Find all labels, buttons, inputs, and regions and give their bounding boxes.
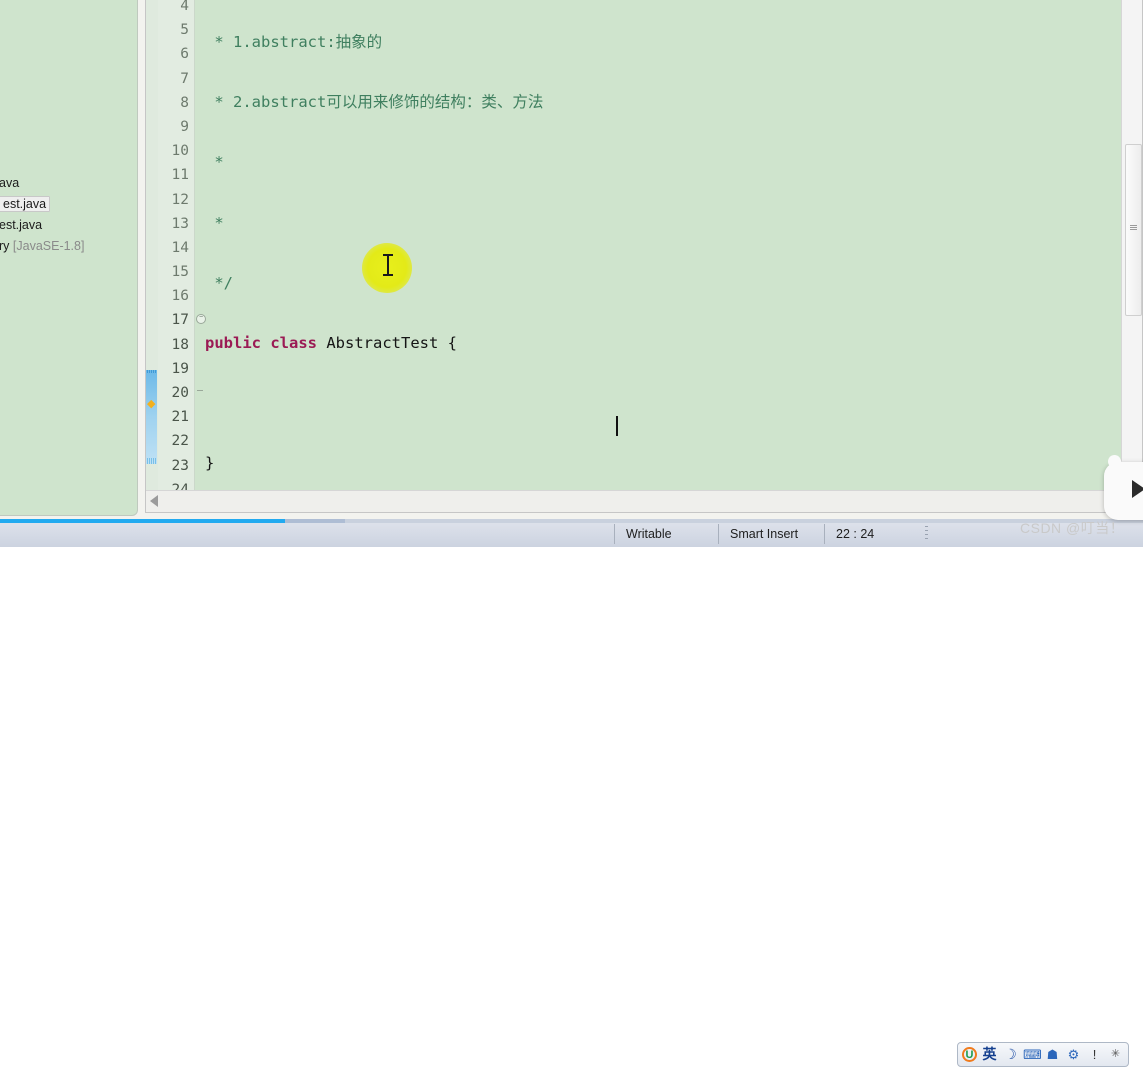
code-line[interactable]: }: [205, 451, 1120, 475]
status-insert-mode: Smart Insert: [730, 527, 799, 541]
ime-settings-icon[interactable]: ⚙: [1065, 1046, 1082, 1063]
line-number: 15: [171, 264, 189, 281]
line-number-ruler: 4 5 6 7 8 9 10 11 12 13 14 15 16 17 18 1…: [158, 0, 195, 512]
ime-star-icon[interactable]: ✳: [1107, 1046, 1124, 1063]
ime-keyboard-icon[interactable]: ⌨: [1023, 1046, 1042, 1063]
explorer-item-label: ry: [0, 239, 13, 253]
line-number: 11: [171, 167, 189, 184]
line-number: 18: [171, 336, 189, 353]
line-number: 10: [171, 143, 189, 160]
code-token-plain: AbstractTest {: [317, 333, 457, 352]
ime-notice-icon[interactable]: !: [1086, 1046, 1103, 1063]
line-number: 20: [171, 385, 189, 401]
code-canvas[interactable]: * 1.abstract:抽象的 * 2.abstract可以用来修饰的结构：类…: [205, 0, 1120, 512]
ime-language-icon[interactable]: 英: [981, 1046, 998, 1063]
editor-vertical-scrollbar[interactable]: [1121, 0, 1142, 491]
line-number: 9: [180, 118, 189, 135]
code-line[interactable]: *: [205, 211, 1120, 235]
line-number: 23: [171, 457, 189, 474]
explorer-item-label: est.java: [0, 218, 43, 232]
code-token-plain: }: [205, 454, 215, 473]
java-source-editor[interactable]: ◆ 4 5 6 7 8 9 10 11 12 13 14 15 16 17 18…: [146, 0, 1142, 512]
line-number: 14: [171, 239, 189, 256]
code-folding-column[interactable]: −: [195, 0, 206, 512]
status-divider: [718, 524, 719, 544]
code-token-comment: * 2.abstract可以用来修饰的结构：类、方法: [205, 93, 544, 112]
ime-user-icon[interactable]: ☗: [1044, 1046, 1061, 1063]
change-marker-bar: [146, 370, 157, 464]
ime-toolbar[interactable]: U 英 ☽ ⌨ ☗ ⚙ ! ✳: [957, 1042, 1129, 1067]
line-number: 17: [171, 312, 189, 329]
ime-moon-icon[interactable]: ☽: [1002, 1046, 1019, 1063]
code-line[interactable]: *: [205, 150, 1120, 174]
explorer-item-label: est.java: [0, 196, 51, 212]
code-line[interactable]: * 1.abstract:抽象的: [205, 30, 1120, 54]
editor-shell: ◆ 4 5 6 7 8 9 10 11 12 13 14 15 16 17 18…: [145, 0, 1143, 513]
explorer-item-label: ava: [0, 176, 20, 190]
screen: ava est.java est.java ry [JavaSE-1.8] ◆: [0, 0, 1143, 1067]
line-number: 22: [171, 433, 189, 450]
status-writable: Writable: [626, 527, 672, 541]
play-icon[interactable]: [1132, 480, 1143, 498]
quickfix-warning-icon[interactable]: ◆: [147, 397, 157, 411]
code-line[interactable]: */: [205, 271, 1120, 295]
status-resize-grip[interactable]: [925, 526, 928, 542]
package-explorer-panel[interactable]: ava est.java est.java ry [JavaSE-1.8]: [0, 0, 138, 516]
code-token-keyword: public: [205, 333, 261, 352]
video-progress-played: [0, 519, 285, 523]
line-number: 16: [171, 288, 189, 305]
ime-logo-icon[interactable]: U: [962, 1047, 977, 1062]
code-token-comment: * 1.abstract:抽象的: [205, 33, 383, 51]
scrollbar-thumb[interactable]: [1125, 144, 1142, 316]
code-line[interactable]: [205, 391, 1120, 415]
status-divider: [614, 524, 615, 544]
line-number: 7: [180, 70, 189, 87]
fold-line: [197, 390, 203, 391]
explorer-item-jre-badge: [JavaSE-1.8]: [12, 239, 85, 253]
editor-horizontal-scrollbar[interactable]: [146, 490, 1121, 512]
ide-workbench: ava est.java est.java ry [JavaSE-1.8] ◆: [0, 0, 1143, 519]
line-number: 19: [171, 360, 189, 377]
line-number: 21: [171, 409, 189, 426]
status-cursor-position: 22 : 24: [836, 527, 875, 541]
line-number: 4: [180, 0, 189, 14]
code-token-keyword: class: [270, 333, 318, 352]
list-item[interactable]: est.java: [0, 215, 139, 236]
scroll-left-arrow-icon[interactable]: [150, 495, 158, 507]
text-caret: [616, 416, 618, 436]
list-item[interactable]: ry [JavaSE-1.8]: [0, 236, 139, 257]
status-bar: Writable Smart Insert 22 : 24 U 英 ☽ ⌨ ☗ …: [0, 519, 1143, 1067]
code-token-comment: *: [205, 153, 224, 172]
line-number: 6: [180, 46, 189, 63]
line-number: 12: [171, 191, 189, 208]
line-number: 5: [180, 22, 189, 39]
code-line[interactable]: * 2.abstract可以用来修饰的结构：类、方法: [205, 90, 1120, 114]
list-item[interactable]: est.java: [0, 194, 139, 215]
code-token-comment: */: [205, 273, 233, 292]
line-number: 8: [180, 94, 189, 111]
code-line[interactable]: public class AbstractTest {: [205, 331, 1120, 355]
video-progress-track[interactable]: [0, 519, 1143, 523]
list-item[interactable]: ava: [0, 173, 139, 194]
floating-video-widget[interactable]: [1104, 462, 1143, 520]
code-token-comment: *: [205, 213, 224, 232]
package-explorer-tree[interactable]: ava est.java est.java ry [JavaSE-1.8]: [0, 173, 139, 257]
line-number: 13: [171, 215, 189, 232]
status-divider: [824, 524, 825, 544]
